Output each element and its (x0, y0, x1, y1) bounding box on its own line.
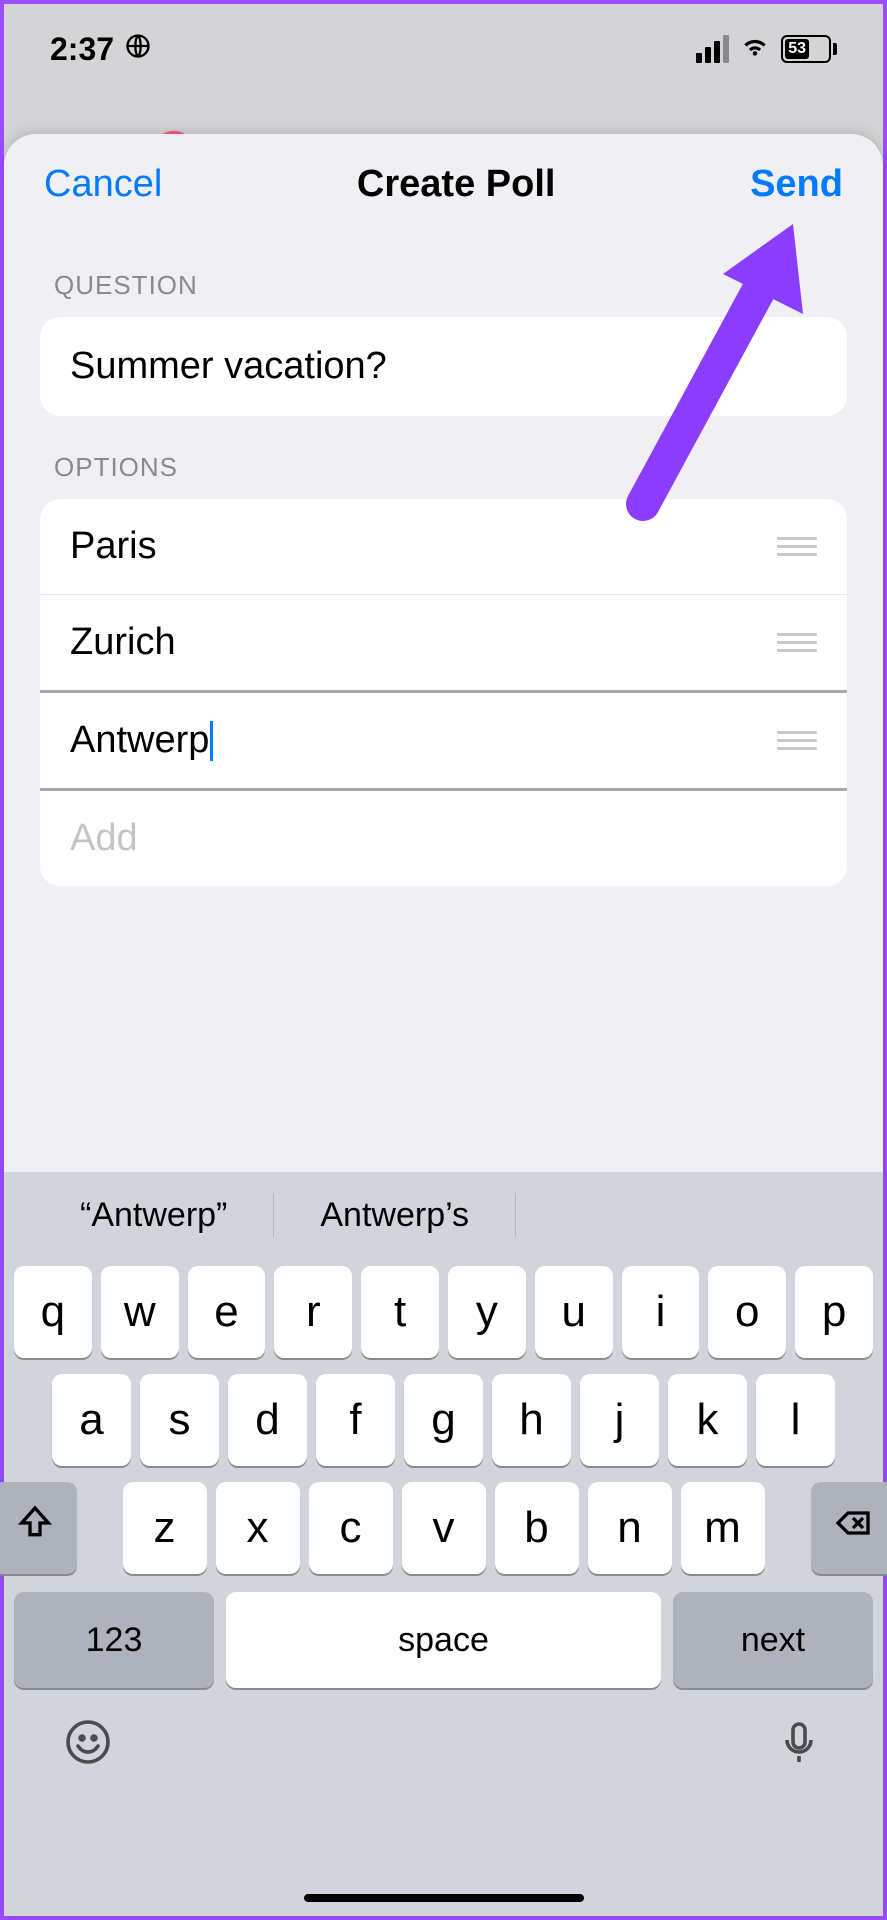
key-d[interactable]: d (228, 1374, 307, 1466)
keyboard-row: 123 space next (4, 1582, 883, 1698)
numbers-key[interactable]: 123 (14, 1592, 214, 1688)
question-card (40, 317, 847, 416)
key-n[interactable]: n (588, 1482, 672, 1574)
keyboard-row: zxcvbnm (4, 1474, 883, 1582)
question-section-label: QUESTION (4, 234, 883, 317)
sheet-header: Cancel Create Poll Send (4, 134, 883, 234)
key-x[interactable]: x (216, 1482, 300, 1574)
key-j[interactable]: j (580, 1374, 659, 1466)
send-button[interactable]: Send (750, 163, 843, 206)
shift-icon (15, 1503, 55, 1554)
key-o[interactable]: o (708, 1266, 786, 1358)
suggestion-bar: “Antwerp” Antwerp’s (4, 1172, 883, 1258)
key-w[interactable]: w (101, 1266, 179, 1358)
backspace-icon (833, 1503, 873, 1554)
status-left: 2:37 (50, 31, 152, 68)
key-r[interactable]: r (274, 1266, 352, 1358)
option-input[interactable] (70, 621, 777, 664)
microphone-icon[interactable] (775, 1718, 823, 1771)
option-input[interactable]: Antwerp (70, 719, 209, 762)
options-section-label: OPTIONS (4, 416, 883, 499)
options-card: Antwerp Add (40, 499, 847, 886)
option-row[interactable]: Antwerp (40, 690, 847, 791)
wifi-icon (739, 29, 771, 69)
key-z[interactable]: z (123, 1482, 207, 1574)
next-key[interactable]: next (673, 1592, 873, 1688)
option-row[interactable] (40, 499, 847, 595)
key-u[interactable]: u (535, 1266, 613, 1358)
drag-handle-icon[interactable] (777, 731, 817, 750)
key-y[interactable]: y (448, 1266, 526, 1358)
key-q[interactable]: q (14, 1266, 92, 1358)
status-right: 53 (696, 29, 837, 69)
key-t[interactable]: t (361, 1266, 439, 1358)
space-key[interactable]: space (226, 1592, 661, 1688)
key-m[interactable]: m (681, 1482, 765, 1574)
backspace-key[interactable] (811, 1482, 887, 1574)
drag-handle-icon[interactable] (777, 537, 817, 556)
text-cursor (210, 721, 213, 761)
key-p[interactable]: p (795, 1266, 873, 1358)
key-h[interactable]: h (492, 1374, 571, 1466)
status-bar: 2:37 53 (4, 4, 883, 94)
cellular-icon (696, 35, 729, 63)
question-input[interactable] (40, 317, 847, 416)
drag-handle-icon[interactable] (777, 633, 817, 652)
suggestion[interactable]: “Antwerp” (34, 1196, 273, 1235)
key-a[interactable]: a (52, 1374, 131, 1466)
key-i[interactable]: i (622, 1266, 700, 1358)
key-l[interactable]: l (756, 1374, 835, 1466)
key-g[interactable]: g (404, 1374, 483, 1466)
key-c[interactable]: c (309, 1482, 393, 1574)
key-k[interactable]: k (668, 1374, 747, 1466)
option-row[interactable] (40, 595, 847, 691)
key-v[interactable]: v (402, 1482, 486, 1574)
sheet-title: Create Poll (357, 163, 556, 206)
shift-key[interactable] (0, 1482, 77, 1574)
keyboard-row: asdfghjkl (4, 1366, 883, 1474)
keyboard-row: qwertyuiop (4, 1258, 883, 1366)
add-option-row[interactable]: Add (40, 791, 847, 886)
home-indicator[interactable] (304, 1894, 584, 1902)
suggestion-separator (515, 1193, 516, 1237)
cancel-button[interactable]: Cancel (44, 163, 162, 206)
battery-icon: 53 (781, 35, 837, 63)
emoji-icon[interactable] (64, 1718, 112, 1771)
keyboard-bottom (4, 1698, 883, 1779)
keyboard: “Antwerp” Antwerp’s qwertyuiop asdfghjkl… (4, 1172, 883, 1916)
key-e[interactable]: e (188, 1266, 266, 1358)
globe-icon (124, 31, 152, 68)
option-input[interactable] (70, 525, 777, 568)
key-b[interactable]: b (495, 1482, 579, 1574)
key-s[interactable]: s (140, 1374, 219, 1466)
status-time: 2:37 (50, 31, 114, 68)
suggestion[interactable]: Antwerp’s (274, 1196, 515, 1235)
key-f[interactable]: f (316, 1374, 395, 1466)
